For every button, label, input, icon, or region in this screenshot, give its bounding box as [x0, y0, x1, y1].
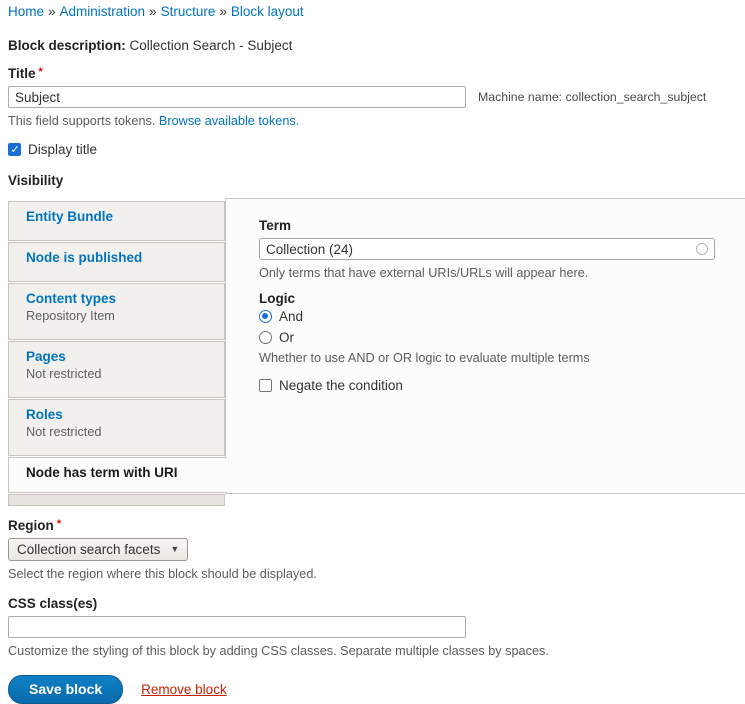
machine-name: Machine name: collection_search_subject	[478, 90, 706, 104]
required-marker: *	[57, 518, 61, 530]
title-help: This field supports tokens. Browse avail…	[8, 114, 745, 128]
display-title-label[interactable]: Display title	[28, 142, 97, 157]
or-radio[interactable]	[259, 331, 272, 344]
block-description-label: Block description:	[8, 38, 126, 53]
remove-block-link[interactable]: Remove block	[141, 682, 227, 697]
tab-roles[interactable]: Roles Not restricted	[8, 399, 225, 456]
tab-title: Node has term with URI	[26, 465, 216, 480]
visibility-tab-menu: Entity Bundle Node is published Content …	[8, 201, 225, 507]
display-title-row: Display title	[8, 142, 745, 157]
region-help: Select the region where this block shoul…	[8, 567, 745, 581]
breadcrumb-separator: »	[48, 4, 56, 19]
region-label-text: Region	[8, 518, 54, 533]
tab-node-is-published[interactable]: Node is published	[8, 242, 225, 282]
logic-label: Logic	[259, 291, 725, 306]
title-label: Title*	[8, 66, 745, 81]
breadcrumb-link-block-layout[interactable]: Block layout	[231, 4, 304, 19]
breadcrumb: Home»Administration»Structure»Block layo…	[8, 4, 745, 19]
region-field: Region* Collection search facets ▼ Selec…	[8, 518, 745, 581]
negate-row: Negate the condition	[259, 378, 725, 393]
css-classes-input[interactable]	[8, 616, 466, 638]
visibility-heading: Visibility	[8, 173, 745, 188]
and-radio-label[interactable]: And	[279, 309, 303, 324]
tab-title: Roles	[26, 407, 214, 422]
tab-summary: Repository Item	[26, 309, 214, 323]
tab-summary: Not restricted	[26, 367, 214, 381]
tab-pages[interactable]: Pages Not restricted	[8, 341, 225, 398]
required-marker: *	[39, 66, 43, 78]
title-input[interactable]	[8, 86, 466, 108]
region-select[interactable]: Collection search facets ▼	[8, 538, 188, 561]
block-config-page: Home»Administration»Structure»Block layo…	[0, 0, 745, 704]
breadcrumb-separator: »	[219, 4, 227, 19]
autocomplete-icon	[696, 243, 708, 255]
region-select-value: Collection search facets	[17, 542, 160, 557]
tab-content-types[interactable]: Content types Repository Item	[8, 283, 225, 340]
term-autocomplete-input[interactable]	[259, 238, 715, 260]
save-block-button[interactable]: Save block	[8, 675, 123, 704]
logic-option-or: Or	[259, 330, 725, 345]
visibility-tab-pane: Term Only terms that have external URIs/…	[225, 198, 745, 494]
visibility-tabs: Entity Bundle Node is published Content …	[8, 198, 745, 507]
css-classes-label: CSS class(es)	[8, 596, 745, 611]
display-title-checkbox[interactable]	[8, 143, 21, 156]
term-help: Only terms that have external URIs/URLs …	[259, 266, 725, 280]
machine-name-label: Machine name:	[478, 90, 562, 104]
breadcrumb-link-administration[interactable]: Administration	[60, 4, 146, 19]
tab-entity-bundle[interactable]: Entity Bundle	[8, 201, 225, 241]
logic-option-and: And	[259, 309, 725, 324]
block-description: Block description: Collection Search - S…	[8, 38, 745, 53]
logic-field: Logic And Or Whether to use AND or OR lo…	[259, 291, 725, 365]
machine-name-value: collection_search_subject	[566, 90, 707, 104]
form-actions: Save block Remove block	[8, 675, 745, 704]
region-label: Region*	[8, 518, 745, 533]
browse-tokens-link[interactable]: Browse available tokens.	[159, 114, 299, 128]
tab-overflow-stub	[8, 494, 225, 506]
tab-title: Node is published	[26, 250, 214, 265]
negate-checkbox[interactable]	[259, 379, 272, 392]
tab-node-has-term-with-uri[interactable]: Node has term with URI	[8, 457, 226, 493]
term-field: Term Only terms that have external URIs/…	[259, 218, 725, 280]
css-classes-help: Customize the styling of this block by a…	[8, 644, 745, 658]
or-radio-label[interactable]: Or	[279, 330, 294, 345]
tab-summary: Not restricted	[26, 425, 214, 439]
and-radio[interactable]	[259, 310, 272, 323]
chevron-down-icon: ▼	[170, 544, 179, 554]
title-label-text: Title	[8, 66, 36, 81]
title-field: Title* Machine name: collection_search_s…	[8, 66, 745, 128]
tab-title: Content types	[26, 291, 214, 306]
tab-title: Entity Bundle	[26, 209, 214, 224]
term-label: Term	[259, 218, 725, 233]
breadcrumb-link-structure[interactable]: Structure	[161, 4, 216, 19]
block-description-value: Collection Search - Subject	[130, 38, 293, 53]
title-help-text: This field supports tokens.	[8, 114, 155, 128]
tab-title: Pages	[26, 349, 214, 364]
logic-help: Whether to use AND or OR logic to evalua…	[259, 351, 725, 365]
breadcrumb-link-home[interactable]: Home	[8, 4, 44, 19]
css-classes-field: CSS class(es) Customize the styling of t…	[8, 596, 745, 658]
negate-label[interactable]: Negate the condition	[279, 378, 403, 393]
breadcrumb-separator: »	[149, 4, 157, 19]
